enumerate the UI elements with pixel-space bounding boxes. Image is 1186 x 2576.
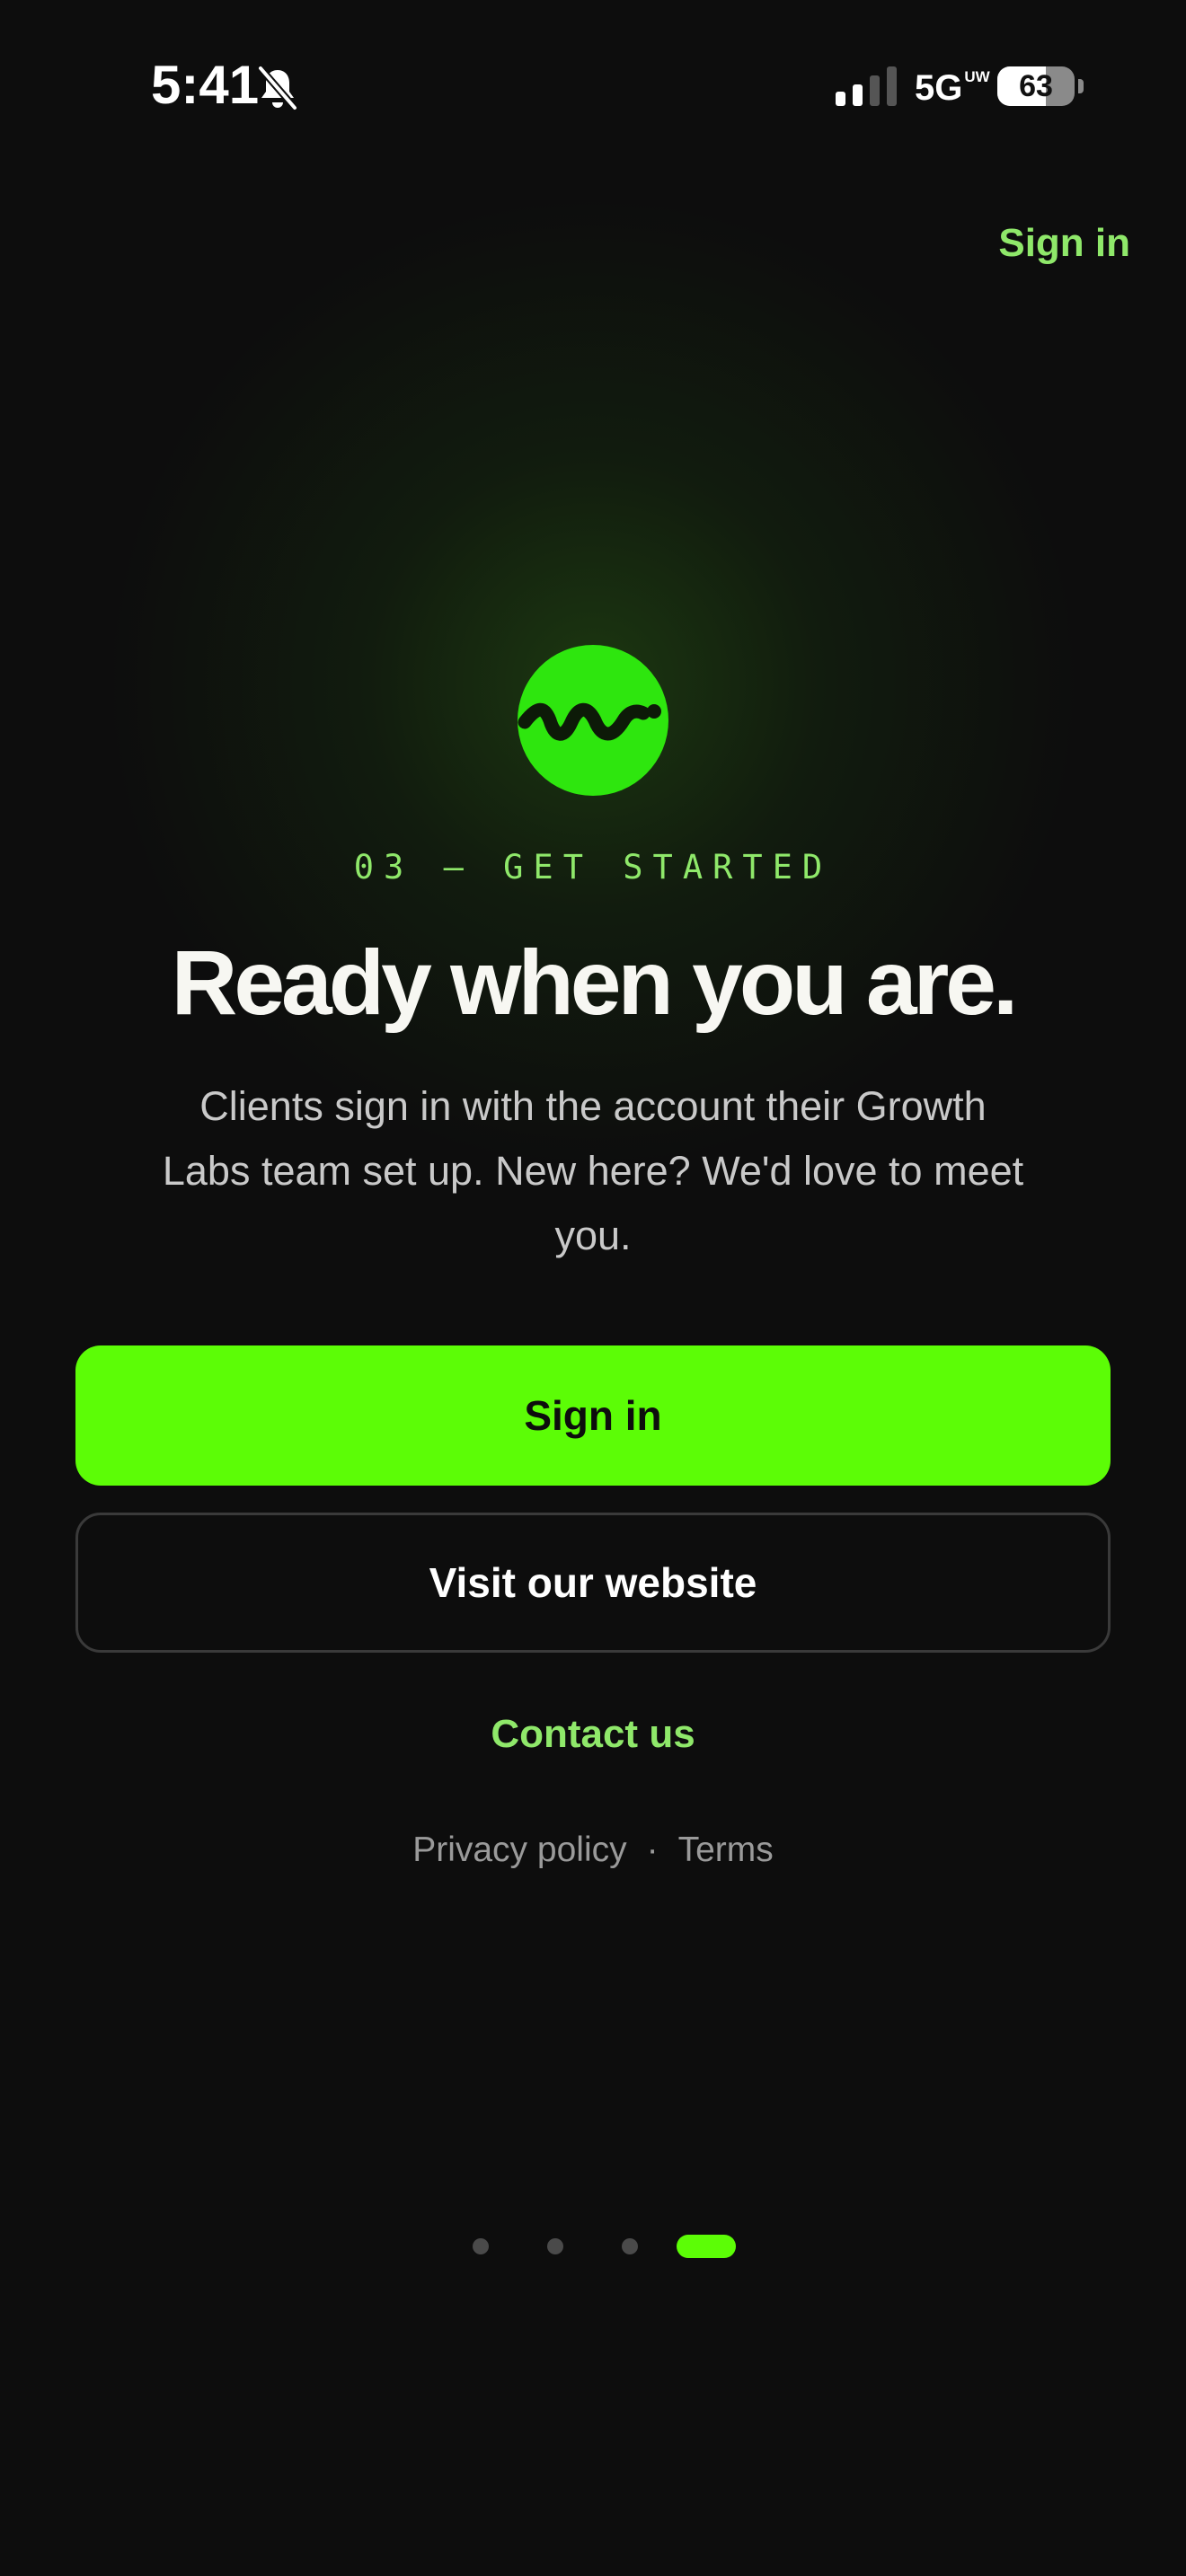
battery-percent: 63 [1019,69,1053,103]
visit-website-button[interactable]: Visit our website [75,1513,1111,1653]
legal-separator: · [646,1831,659,1869]
battery-nub [1078,79,1084,93]
bell-slash-icon [257,65,298,111]
page-description: Clients sign in with the account their G… [162,1083,1024,1258]
page-dot-3[interactable] [622,2238,638,2254]
sign-in-button[interactable]: Sign in [75,1345,1111,1486]
page-title: Ready when you are. [171,931,1019,1034]
privacy-policy-link[interactable]: Privacy policy [412,1831,626,1869]
contact-us-link[interactable]: Contact us [491,1712,695,1756]
status-time: 5:41 [151,55,260,115]
page-dot-1[interactable] [473,2238,489,2254]
page-dot-4-active[interactable] [677,2235,736,2258]
contact-row: Contact us [0,1712,1186,1757]
terms-link[interactable]: Terms [678,1831,774,1869]
wave-logo-icon [518,645,668,796]
step-label: 03 — GET STARTED [353,848,833,887]
header-sign-in-link[interactable]: Sign in [998,221,1130,266]
network-indicator: 5G UW [915,67,990,108]
legal-links: Privacy policy · Terms [0,1831,1186,1870]
cellular-signal-icon [836,66,897,106]
battery-icon: 63 [997,66,1075,106]
page-indicator [0,2235,1186,2258]
page-dot-2[interactable] [547,2238,563,2254]
